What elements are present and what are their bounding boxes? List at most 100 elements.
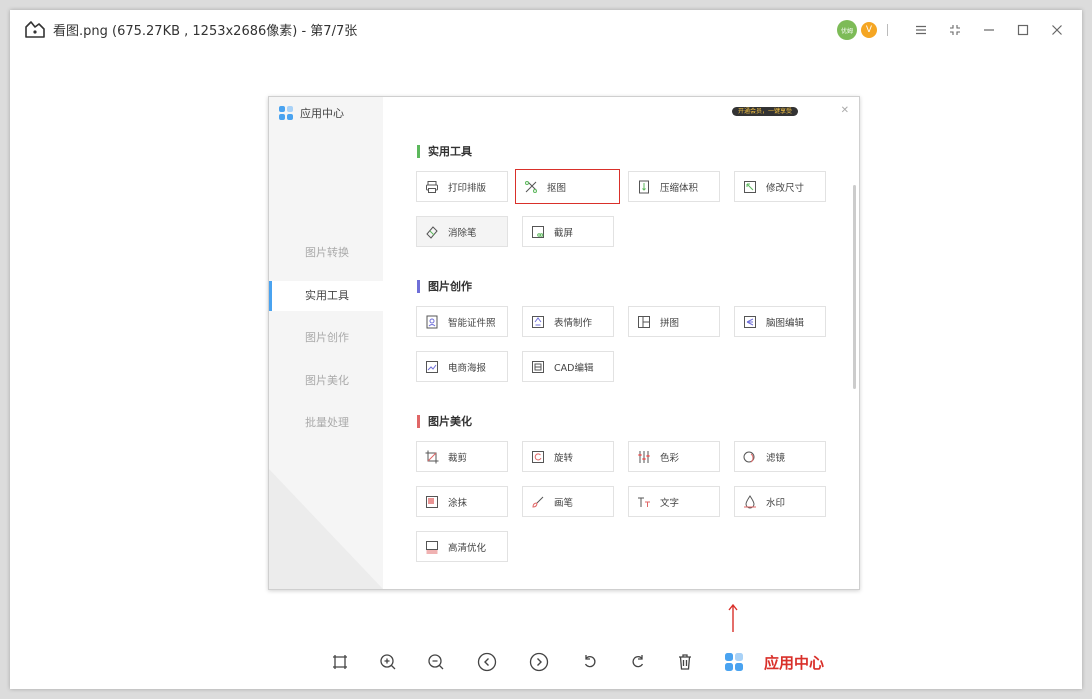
bottom-toolbar <box>10 650 1082 674</box>
window-title: 看图.png (675.27KB , 1253x2686像素) - 第7/7张 <box>53 24 358 39</box>
poster-icon <box>425 360 439 374</box>
tool-label: CAD编辑 <box>554 362 594 374</box>
compress-icon <box>637 180 651 194</box>
maximize-icon <box>1017 24 1029 36</box>
maximize-button[interactable] <box>1006 18 1040 42</box>
original-size-icon <box>333 655 347 669</box>
section-title-utilities: 实用工具 <box>417 143 472 159</box>
tool-text[interactable]: 文字 <box>628 486 720 517</box>
tool-label: 电商海报 <box>448 362 487 374</box>
tool-mindmap[interactable]: 脑图编辑 <box>734 306 826 337</box>
section-title-beautify: 图片美化 <box>417 413 472 429</box>
tool-label: 色彩 <box>660 452 680 464</box>
app-center-content: 开通会员，一键享受 ✕ 实用工具 打印排版 抠图 压缩体积 修改尺寸 消除笔 截… <box>383 97 859 589</box>
tool-label: 修改尺寸 <box>766 182 805 194</box>
sidebar-item-batch[interactable]: 批量处理 <box>269 408 383 438</box>
tool-ecommerce-poster[interactable]: 电商海报 <box>416 351 508 382</box>
close-button[interactable] <box>1040 18 1074 42</box>
menu-button[interactable] <box>904 18 938 42</box>
tool-smudge[interactable]: 涂抹 <box>416 486 508 517</box>
rotate-left-button[interactable] <box>578 650 602 674</box>
tool-rotate[interactable]: 旋转 <box>522 441 614 472</box>
smudge-icon <box>425 495 439 509</box>
fullscreen-button[interactable] <box>938 18 972 42</box>
tool-hd-enhance[interactable]: 高清优化 <box>416 531 508 562</box>
minimize-icon <box>984 29 994 31</box>
zoom-out-icon <box>428 654 444 670</box>
tool-filter[interactable]: 滤镜 <box>734 441 826 472</box>
user-avatar[interactable]: 优姆 <box>837 20 857 40</box>
section-title-text: 实用工具 <box>428 145 472 158</box>
tool-color[interactable]: 色彩 <box>628 441 720 472</box>
panel-close-icon[interactable]: ✕ <box>841 105 849 116</box>
title-bar: 看图.png (675.27KB , 1253x2686像素) - 第7/7张 … <box>10 10 1082 48</box>
sidebar-item-utilities[interactable]: 实用工具 <box>269 281 383 311</box>
section-title-text: 图片美化 <box>428 415 472 428</box>
rotate-icon <box>531 450 545 464</box>
vip-badge-icon[interactable]: V <box>861 22 877 38</box>
tool-label: 压缩体积 <box>660 182 699 194</box>
rotate-right-button[interactable] <box>626 650 650 674</box>
tool-brush[interactable]: 画笔 <box>522 486 614 517</box>
tool-label: 涂抹 <box>448 497 468 509</box>
tool-screenshot[interactable]: 截屏 <box>522 216 614 247</box>
original-size-button[interactable] <box>328 650 352 674</box>
sidebar-item-image-creation[interactable]: 图片创作 <box>269 323 383 353</box>
collage-icon <box>637 315 651 329</box>
previous-image-button[interactable] <box>475 650 499 674</box>
tool-label: 文字 <box>660 497 680 509</box>
sidebar-item-image-beautify[interactable]: 图片美化 <box>269 366 383 396</box>
tool-id-photo[interactable]: 智能证件照 <box>416 306 508 337</box>
zoom-out-button[interactable] <box>424 650 448 674</box>
vip-banner[interactable]: 开通会员，一键享受 <box>732 107 798 116</box>
tool-eraser[interactable]: 消除笔 <box>416 216 508 247</box>
app-center-button[interactable] <box>722 650 746 674</box>
app-grid-icon <box>279 106 293 120</box>
tool-collage[interactable]: 拼图 <box>628 306 720 337</box>
annotation-arrow-icon <box>728 603 738 632</box>
tool-emoji[interactable]: 表情制作 <box>522 306 614 337</box>
tool-watermark[interactable]: 水印 <box>734 486 826 517</box>
emoji-icon <box>531 315 545 329</box>
trash-icon <box>679 654 691 670</box>
sidebar-item-image-convert[interactable]: 图片转换 <box>269 238 383 268</box>
tool-label: 画笔 <box>554 497 574 509</box>
sidebar-title: 应用中心 <box>300 107 344 120</box>
text-icon <box>637 495 651 509</box>
screenshot-icon <box>531 225 545 239</box>
tool-resize[interactable]: 修改尺寸 <box>734 171 826 202</box>
fullscreen-icon <box>950 25 960 35</box>
brush-icon <box>531 495 545 509</box>
tool-label: 裁剪 <box>448 452 468 464</box>
resize-icon <box>743 180 757 194</box>
image-viewer-window: 看图.png (675.27KB , 1253x2686像素) - 第7/7张 … <box>10 10 1082 689</box>
next-image-button[interactable] <box>527 650 551 674</box>
tool-label: 高清优化 <box>448 542 487 554</box>
app-center-image: 应用中心 图片转换 实用工具 图片创作 图片美化 批量处理 开通会员，一键享受 … <box>268 96 860 590</box>
close-icon <box>1052 25 1062 35</box>
cutout-icon <box>524 180 538 194</box>
color-adjust-icon <box>637 450 651 464</box>
tool-compress[interactable]: 压缩体积 <box>628 171 720 202</box>
chevron-left-icon <box>477 652 497 672</box>
watermark-icon <box>743 494 757 509</box>
tool-label: 截屏 <box>554 227 574 239</box>
zoom-in-button[interactable] <box>376 650 400 674</box>
tool-label: 抠图 <box>547 182 567 194</box>
minimize-button[interactable] <box>972 18 1006 42</box>
crop-icon <box>425 450 439 464</box>
menu-icon <box>916 25 926 35</box>
tool-cad-edit[interactable]: CAD编辑 <box>522 351 614 382</box>
filter-icon <box>743 450 757 464</box>
rotate-right-icon <box>632 655 644 668</box>
app-center-sidebar: 应用中心 图片转换 实用工具 图片创作 图片美化 批量处理 <box>269 97 383 589</box>
delete-button[interactable] <box>673 650 697 674</box>
sidebar-header: 应用中心 <box>279 105 344 121</box>
tool-crop[interactable]: 裁剪 <box>416 441 508 472</box>
hd-enhance-icon <box>425 540 439 554</box>
tool-label: 智能证件照 <box>448 317 496 329</box>
tool-print-layout[interactable]: 打印排版 <box>416 171 508 202</box>
tool-cutout[interactable]: 抠图 <box>515 169 620 204</box>
tool-label: 脑图编辑 <box>766 317 805 329</box>
content-scrollbar[interactable] <box>853 185 856 389</box>
